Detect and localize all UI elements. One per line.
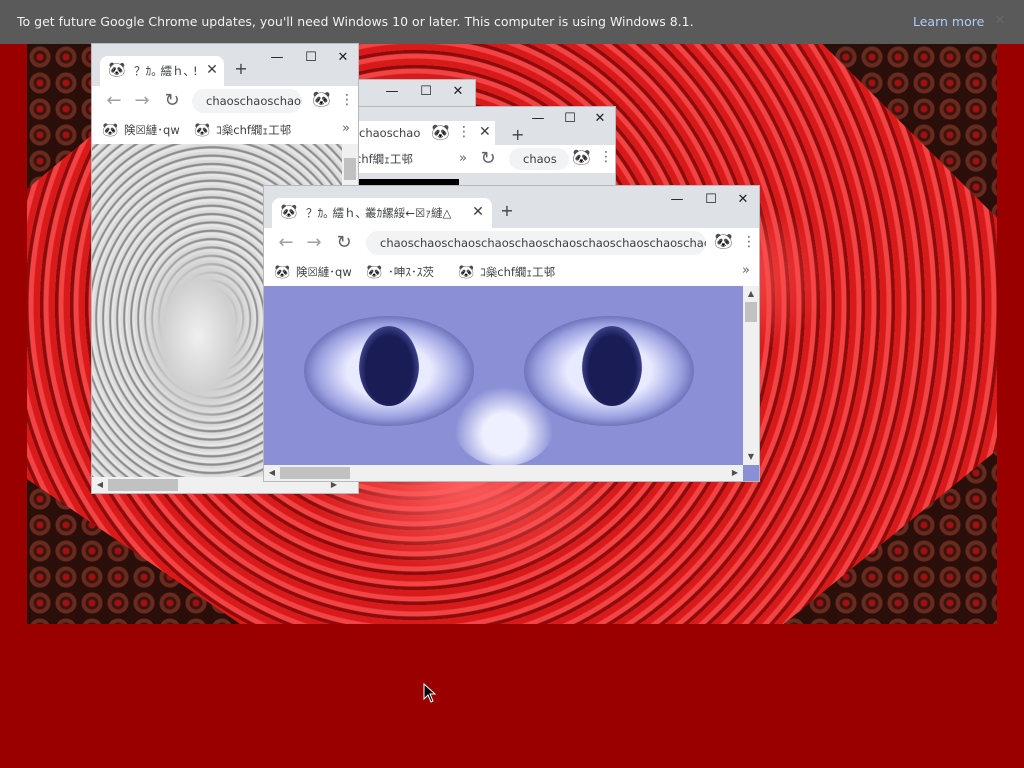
panda-face-icon: 🐼 (274, 265, 291, 280)
chrome-window-4: 🐼 ？ｶ｡ 繧ｈ､ 叢ｶ縲綏←☒ｧ縺△ ✕ + — ☐ ✕ ← → ↻ chao… (264, 186, 759, 481)
tab-active[interactable]: 🐼 ？ｶ｡ 繧ｈ､ ! ✕ (100, 56, 224, 86)
scroll-down-icon[interactable]: ▼ (743, 449, 759, 465)
address-text[interactable]: chaoschao (359, 126, 420, 140)
menu-icon[interactable]: ⋮ (340, 92, 354, 108)
toolbar: ← → ↻ chaoschaoschaoschaoschaoschaoschao… (264, 228, 759, 258)
close-tab-icon[interactable]: ✕ (204, 61, 220, 79)
minimize-button[interactable]: — (523, 107, 553, 131)
infobar-message: To get future Google Chrome updates, you… (17, 14, 694, 29)
panda-face-icon[interactable]: 🐼 (312, 90, 331, 108)
omnibox[interactable]: chaoschaoschaos (192, 89, 302, 113)
close-window-button[interactable]: ✕ (728, 188, 758, 212)
maximize-button[interactable]: ☐ (411, 80, 441, 104)
infobar-close-button[interactable]: × (992, 11, 1008, 29)
scroll-thumb[interactable] (108, 479, 178, 491)
scroll-up-icon[interactable]: ▲ (743, 286, 759, 302)
bookmarks-bar: 🐼 険☒縺･qw 🐼 ｺ橤chf繝ｪ工邨 » (92, 116, 358, 145)
bookmarks-overflow-icon[interactable]: » (742, 263, 750, 278)
vertical-scrollbar[interactable]: ▲ ▼ (743, 286, 759, 465)
close-tab-icon[interactable]: ✕ (470, 203, 486, 221)
tabstrip: 🐼 ？ｶ｡ 繧ｈ､ 叢ｶ縲綏←☒ｧ縺△ ✕ + — ☐ ✕ (264, 186, 759, 228)
panda-face-icon: 🐼 (108, 62, 126, 78)
panda-face-icon: 🐼 (366, 265, 383, 280)
scroll-right-icon[interactable]: ▶ (727, 465, 743, 481)
panda-face-icon[interactable]: 🐼 (714, 232, 733, 250)
mouse-cursor-icon (423, 683, 437, 703)
maximize-button[interactable]: ☐ (555, 107, 585, 131)
bookmark-item[interactable]: 🐼 ｺ橤chf繝ｪ工邨 (458, 264, 555, 280)
bookmark-label: ｺ橤chf繝ｪ工邨 (216, 123, 292, 137)
panda-face-icon[interactable]: 🐼 (572, 148, 591, 166)
bookmark-item[interactable]: 🐼 険☒縺･qw (274, 264, 352, 280)
bookmark-label: 険☒縺･qw (296, 265, 352, 279)
close-window-button[interactable]: ✕ (328, 46, 358, 70)
omnibox[interactable]: chaos (509, 148, 569, 170)
bookmarks-bar: 🐼 険☒縺･qw 🐼 ･呻ｽ･ｽ茨 🐼 ｺ橤chf繝ｪ工邨 » (264, 258, 759, 287)
close-window-button[interactable]: ✕ (585, 107, 615, 131)
panda-face-icon[interactable]: 🐼 (431, 123, 450, 141)
scroll-left-icon[interactable]: ◀ (264, 465, 280, 481)
bookmarks-overflow-icon[interactable]: » (459, 151, 467, 166)
page-content: ▲ ▼ ◀ ▶ (264, 286, 759, 481)
tabstrip: 🐼 ？ｶ｡ 繧ｈ､ ! ✕ + — ☐ ✕ (92, 44, 358, 86)
maximize-button[interactable]: ☐ (696, 188, 726, 212)
menu-icon[interactable]: ⋮ (599, 149, 613, 165)
scroll-thumb[interactable] (344, 158, 356, 180)
bookmark-item[interactable]: chf繝ｪ工邨 (355, 151, 413, 167)
menu-icon[interactable]: ⋮ (742, 234, 756, 250)
omnibox[interactable]: chaoschaoschaoschaoschaoschaoschaoschaos… (366, 231, 706, 255)
bookmark-item[interactable]: 🐼 険☒縺･qw (102, 122, 180, 138)
bookmarks-overflow-icon[interactable]: » (342, 121, 350, 136)
new-tab-button[interactable]: + (498, 202, 516, 220)
bookmark-label: 険☒縺･qw (124, 123, 180, 137)
scroll-thumb[interactable] (745, 302, 757, 322)
chrome-window-3: — ☐ ✕ chaoschao 🐼 ⋮ ✕ + chf繝ｪ工邨 » ↻ chao… (345, 107, 615, 197)
back-icon[interactable]: ← (104, 91, 124, 111)
address-row-fragment: chaoschao 🐼 ⋮ ✕ (345, 121, 495, 145)
scroll-thumb[interactable] (280, 467, 350, 479)
new-tab-button[interactable]: + (232, 60, 250, 78)
tab-title: ？ｶ｡ 繧ｈ､ ! (134, 64, 198, 78)
minimize-button[interactable]: — (262, 46, 292, 70)
close-tab-icon[interactable]: ✕ (479, 124, 491, 140)
reload-icon[interactable]: ↻ (478, 149, 498, 169)
panda-face-icon: 🐼 (194, 123, 211, 138)
bookmark-label: ･呻ｽ･ｽ茨 (388, 265, 434, 279)
horizontal-scrollbar[interactable]: ◀ ▶ (264, 465, 743, 481)
bookmark-item[interactable]: 🐼 ･呻ｽ･ｽ茨 (366, 264, 434, 280)
close-window-button[interactable]: ✕ (443, 80, 473, 104)
toolbar: ← → ↻ chaoschaoschaos 🐼 ⋮ (92, 86, 358, 116)
panda-face-icon: 🐼 (280, 204, 298, 220)
minimize-button[interactable]: — (662, 188, 692, 212)
address-text: chaoschaoschaos (206, 94, 302, 108)
tab-title: ？ｶ｡ 繧ｈ､ 叢ｶ縲綏←☒ｧ縺△ (306, 206, 452, 220)
new-tab-button[interactable]: + (511, 125, 524, 144)
scroll-left-icon[interactable]: ◀ (92, 477, 108, 493)
forward-icon[interactable]: → (304, 233, 324, 253)
left-pupil (359, 326, 419, 406)
tab-active[interactable]: 🐼 ？ｶ｡ 繧ｈ､ 叢ｶ縲綏←☒ｧ縺△ ✕ (272, 198, 492, 228)
address-text: chaoschaoschaoschaoschaoschaoschaoschaos… (380, 236, 706, 250)
update-infobar: To get future Google Chrome updates, you… (0, 0, 1024, 44)
eyes-image (264, 286, 759, 481)
learn-more-link[interactable]: Learn more (913, 14, 984, 29)
panda-face-icon: 🐼 (102, 123, 119, 138)
address-text: chaos (523, 152, 557, 166)
nose-highlight (454, 386, 554, 466)
minimize-button[interactable]: — (377, 80, 407, 104)
panda-face-icon: 🐼 (458, 265, 475, 280)
bookmark-label: ｺ橤chf繝ｪ工邨 (480, 265, 556, 279)
menu-icon[interactable]: ⋮ (457, 124, 471, 140)
bookmark-item[interactable]: 🐼 ｺ橤chf繝ｪ工邨 (194, 122, 291, 138)
right-pupil (582, 326, 642, 406)
maximize-button[interactable]: ☐ (296, 46, 326, 70)
toolbar: chf繝ｪ工邨 » ↻ chaos 🐼 ⋮ (345, 145, 615, 173)
forward-icon[interactable]: → (132, 91, 152, 111)
reload-icon[interactable]: ↻ (334, 233, 354, 253)
back-icon[interactable]: ← (276, 233, 296, 253)
reload-icon[interactable]: ↻ (162, 91, 182, 111)
